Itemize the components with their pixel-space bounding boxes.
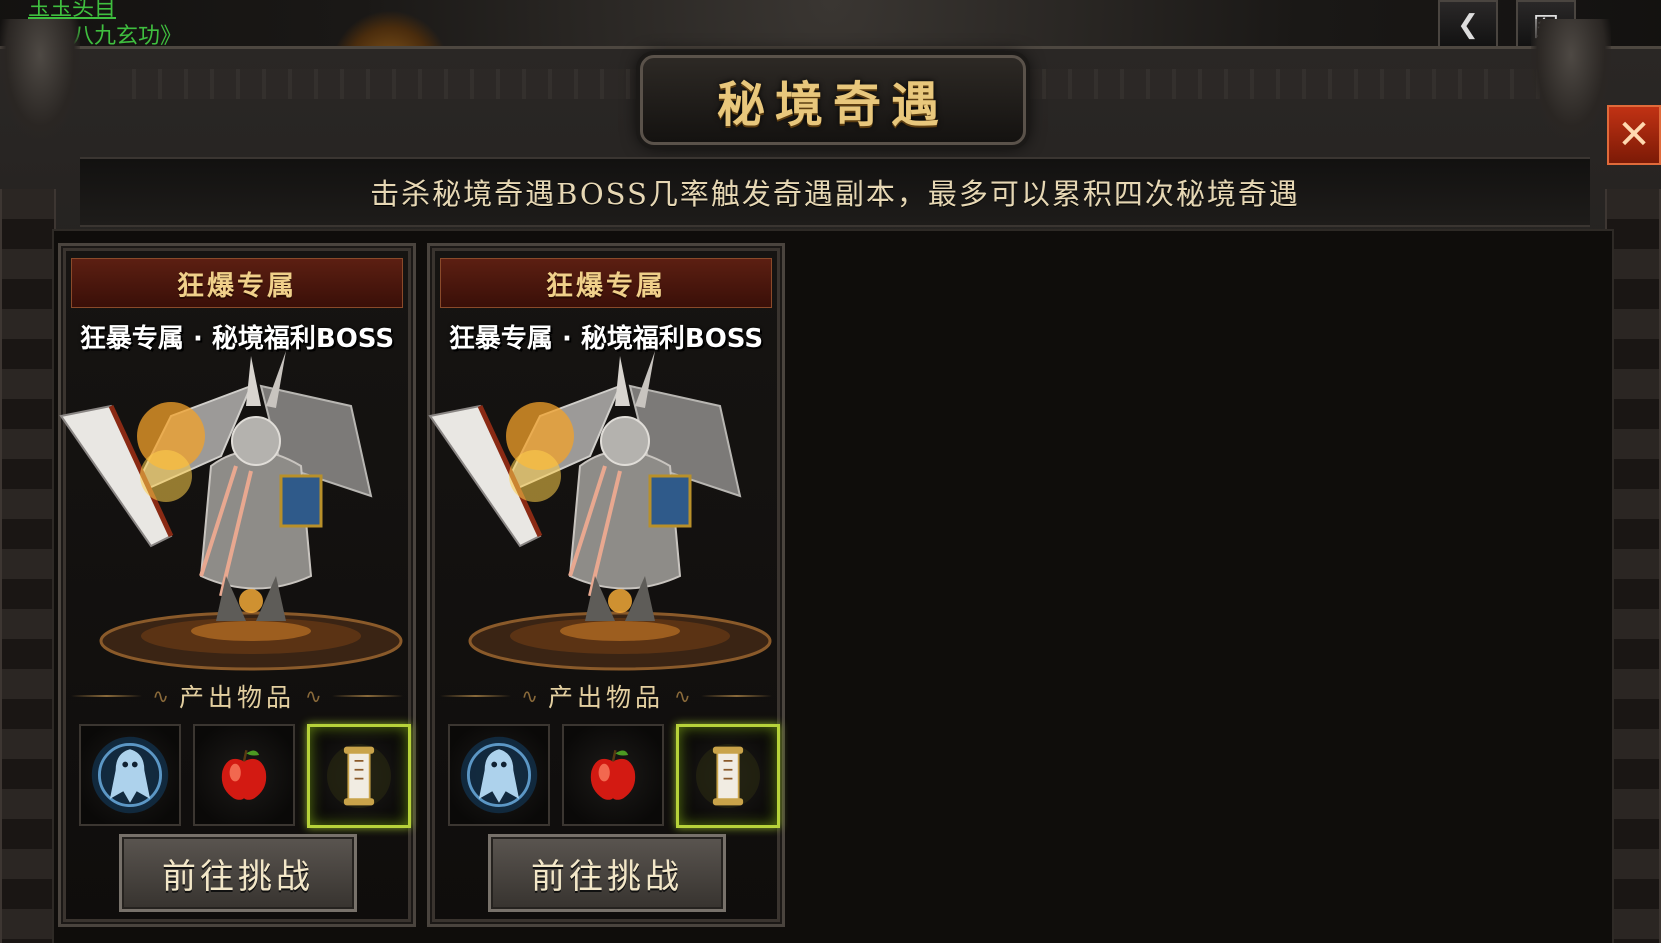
ghost-spirit-icon — [87, 732, 173, 818]
reward-item-slot-rare[interactable] — [676, 724, 780, 828]
game-screen: 玉玉头目 陈《八九玄功》 ❮ 图 秘境奇遇 ✕ 击杀秘境奇遇BOSS几率触发奇遇… — [0, 0, 1661, 943]
dragon-ornament-icon — [0, 19, 80, 139]
divider — [700, 695, 773, 697]
left-pillar-decoration — [0, 189, 56, 943]
armored-beast-boss-icon[interactable] — [420, 346, 790, 676]
output-items-heading: ∿ 产出物品 ∿ — [71, 676, 404, 716]
reward-item-slot[interactable] — [562, 724, 664, 826]
boss-card: 狂爆专属 狂暴专属 · 秘境福利BOSS ∿ 产出物品 ∿ 前往挑战 — [58, 243, 416, 927]
reward-item-slot[interactable] — [193, 724, 295, 826]
reward-item-slot-rare[interactable] — [307, 724, 411, 828]
output-items-label: 产出物品 — [548, 683, 665, 712]
reward-item-row — [79, 724, 411, 828]
close-button[interactable]: ✕ — [1607, 105, 1661, 165]
boss-card-list: 狂爆专属 狂暴专属 · 秘境福利BOSS ∿ 产出物品 ∿ 前往挑战 狂爆专属 … — [52, 229, 1614, 943]
reward-item-row — [448, 724, 780, 828]
card-header-label: 狂爆专属 — [177, 270, 297, 302]
red-apple-icon — [577, 739, 649, 811]
divider — [331, 695, 404, 697]
output-items-label: 产出物品 — [179, 683, 296, 712]
notice-text: 击杀秘境奇遇BOSS几率触发奇遇副本，最多可以累积四次秘境奇遇 — [370, 177, 1300, 211]
go-challenge-label: 前往挑战 — [162, 856, 314, 897]
red-apple-icon — [208, 739, 280, 811]
go-challenge-button[interactable]: 前往挑战 — [119, 834, 357, 912]
dialog-title-plaque: 秘境奇遇 — [640, 55, 1026, 145]
output-items-heading: ∿ 产出物品 ∿ — [440, 676, 773, 716]
boss-card: 狂爆专属 狂暴专属 · 秘境福利BOSS ∿ 产出物品 ∿ 前往挑战 — [427, 243, 785, 927]
reward-item-slot[interactable] — [448, 724, 550, 826]
scroll-icon — [319, 736, 399, 816]
go-challenge-button[interactable]: 前往挑战 — [488, 834, 726, 912]
swirl-ornament-icon: ∿ — [305, 684, 322, 708]
secret-realm-dialog: 秘境奇遇 ✕ 击杀秘境奇遇BOSS几率触发奇遇副本，最多可以累积四次秘境奇遇 狂… — [0, 19, 1661, 943]
reward-item-slot[interactable] — [79, 724, 181, 826]
card-header-label: 狂爆专属 — [546, 270, 666, 302]
go-challenge-label: 前往挑战 — [531, 856, 683, 897]
swirl-ornament-icon: ∿ — [521, 684, 538, 708]
divider — [71, 695, 143, 697]
ghost-spirit-icon — [456, 732, 542, 818]
scroll-icon — [688, 736, 768, 816]
armored-beast-boss-icon[interactable] — [51, 346, 421, 676]
dialog-title: 秘境奇遇 — [716, 77, 949, 133]
card-header: 狂爆专属 — [440, 258, 772, 308]
swirl-ornament-icon: ∿ — [674, 684, 691, 708]
dragon-ornament-icon — [1531, 19, 1611, 139]
divider — [440, 695, 512, 697]
back-arrow-icon[interactable]: ❮ — [1438, 0, 1498, 50]
close-icon: ✕ — [1617, 112, 1651, 158]
notice-banner: 击杀秘境奇遇BOSS几率触发奇遇副本，最多可以累积四次秘境奇遇 — [80, 157, 1590, 227]
card-header: 狂爆专属 — [71, 258, 403, 308]
swirl-ornament-icon: ∿ — [152, 684, 169, 708]
